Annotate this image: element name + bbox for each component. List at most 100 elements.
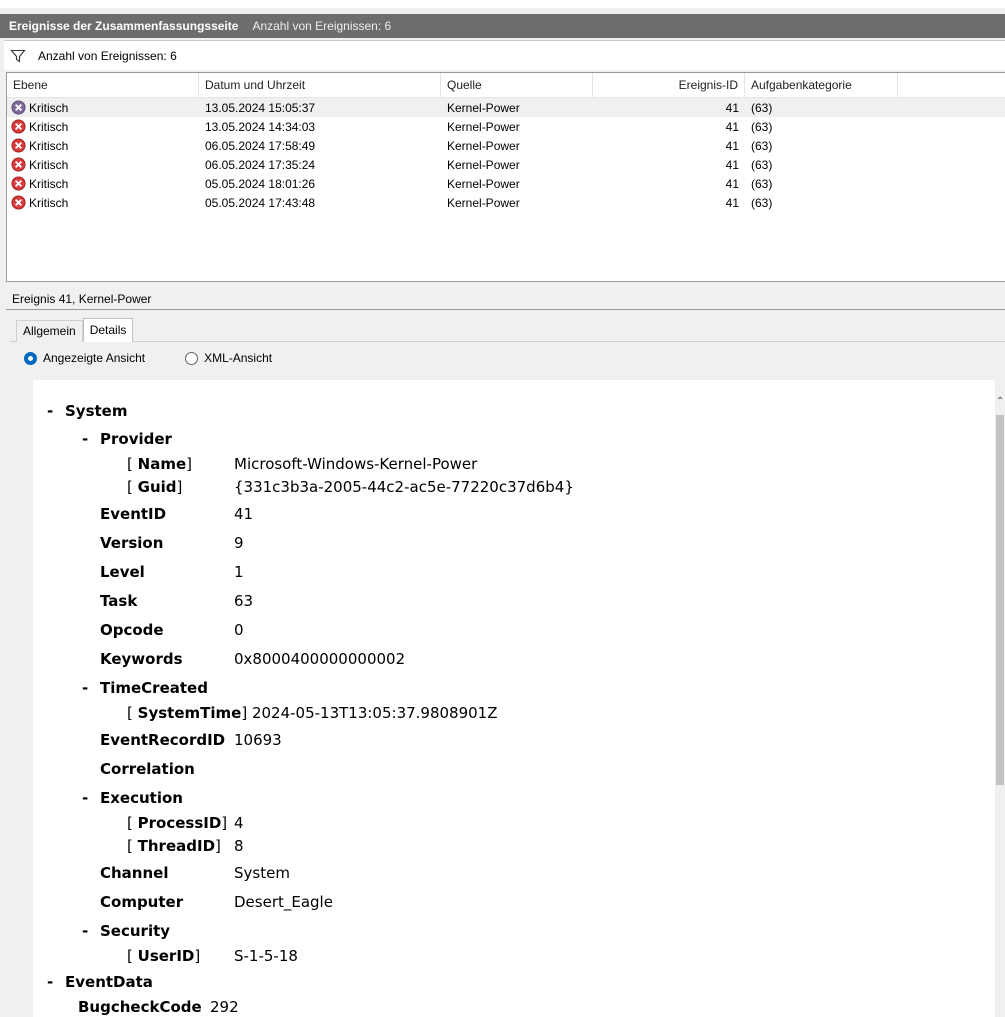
table-row[interactable]: Kritisch 06.05.2024 17:58:49 Kernel-Powe… (7, 136, 1005, 155)
field-computer-value: Desert_Eagle (234, 893, 333, 911)
cell-event-id: 41 (725, 100, 739, 115)
cell-datetime: 13.05.2024 15:05:37 (205, 100, 316, 115)
attr-threadid: [ ThreadID] (127, 837, 221, 855)
cell-source: Kernel-Power (447, 176, 520, 191)
cell-level: Kritisch (29, 100, 69, 115)
field-opcode: Opcode (100, 621, 164, 639)
view-mode-radios: Angezeigte Ansicht XML-Ansicht (24, 351, 272, 365)
cell-task-category: (63) (751, 138, 773, 153)
critical-error-icon (11, 119, 26, 134)
radio-friendly-view[interactable]: Angezeigte Ansicht (24, 351, 145, 365)
attr-name: [ Name] (127, 455, 192, 473)
attr-threadid-value: 8 (234, 837, 244, 855)
filter-count-label: Anzahl von Ereignissen: 6 (38, 48, 177, 63)
table-row[interactable]: Kritisch 06.05.2024 17:35:24 Kernel-Powe… (7, 155, 1005, 174)
event-list: Ebene Datum und Uhrzeit Quelle Ereignis-… (6, 72, 1005, 282)
field-level-value: 1 (234, 563, 244, 581)
tab-general[interactable]: Allgemein (16, 320, 83, 342)
collapse-toggle-provider[interactable]: - (82, 430, 88, 448)
cell-datetime: 05.05.2024 18:01:26 (205, 176, 316, 191)
top-strip (0, 0, 1005, 8)
critical-error-icon (11, 195, 26, 210)
node-eventdata: EventData (65, 973, 153, 991)
field-eventrecordid: EventRecordID (100, 731, 226, 749)
radio-friendly-view-label: Angezeigte Ansicht (43, 351, 146, 365)
attr-systemtime: [ SystemTime] 2024-05-13T13:05:37.980890… (127, 704, 498, 722)
field-bugcheckcode: BugcheckCode (78, 998, 202, 1016)
field-task: Task (100, 592, 138, 610)
cell-task-category: (63) (751, 195, 773, 210)
attr-processid-value: 4 (234, 814, 244, 832)
cell-event-id: 41 (725, 195, 739, 210)
cell-level: Kritisch (29, 138, 69, 153)
cell-level: Kritisch (29, 119, 69, 134)
field-keywords-value: 0x8000400000000002 (234, 650, 406, 668)
attr-name-value: Microsoft-Windows-Kernel-Power (234, 455, 478, 473)
collapse-toggle-system[interactable]: - (47, 402, 53, 420)
cell-datetime: 06.05.2024 17:35:24 (205, 157, 316, 172)
cell-source: Kernel-Power (447, 100, 520, 115)
column-header-event-id[interactable]: Ereignis-ID (593, 72, 745, 98)
node-system: System (65, 402, 128, 420)
event-detail-title: Ereignis 41, Kernel-Power (6, 290, 1005, 310)
field-eventid: EventID (100, 505, 167, 523)
cell-event-id: 41 (725, 176, 739, 191)
tab-details[interactable]: Details (82, 318, 134, 342)
field-level: Level (100, 563, 145, 581)
critical-error-icon (11, 100, 26, 115)
radio-xml-view-label: XML-Ansicht (204, 351, 273, 365)
collapse-toggle-security[interactable]: - (82, 922, 88, 940)
cell-level: Kritisch (29, 157, 69, 172)
field-channel-value: System (234, 864, 290, 882)
node-provider: Provider (100, 430, 172, 448)
cell-source: Kernel-Power (447, 119, 520, 134)
table-row[interactable]: Kritisch 05.05.2024 18:01:26 Kernel-Powe… (7, 174, 1005, 193)
attr-userid: [ UserID] (127, 947, 201, 965)
cell-task-category: (63) (751, 119, 773, 134)
cell-source: Kernel-Power (447, 138, 520, 153)
collapse-toggle-timecreated[interactable]: - (82, 679, 88, 697)
column-header-level[interactable]: Ebene (7, 72, 199, 98)
column-header-source[interactable]: Quelle (441, 72, 593, 98)
node-security: Security (100, 922, 171, 940)
table-row[interactable]: Kritisch 05.05.2024 17:43:48 Kernel-Powe… (7, 193, 1005, 212)
filter-icon[interactable] (10, 48, 26, 64)
event-list-header: Ebene Datum und Uhrzeit Quelle Ereignis-… (7, 72, 1005, 98)
summary-title-bar: Ereignisse der Zusammenfassungsseite Anz… (0, 14, 1005, 38)
radio-selected-icon (24, 351, 37, 365)
cell-event-id: 41 (725, 138, 739, 153)
field-version: Version (100, 534, 164, 552)
collapse-toggle-eventdata[interactable]: - (47, 973, 53, 991)
detail-tabs: Allgemein Details (16, 318, 134, 342)
cell-datetime: 05.05.2024 17:43:48 (205, 195, 316, 210)
radio-xml-view[interactable]: XML-Ansicht (185, 351, 272, 365)
field-eventrecordid-value: 10693 (234, 731, 282, 749)
cell-level: Kritisch (29, 176, 69, 191)
scrollbar-thumb[interactable] (996, 415, 1004, 785)
scroll-up-arrow-icon[interactable]: ⌃ (996, 396, 1004, 407)
cell-source: Kernel-Power (447, 195, 520, 210)
cell-task-category: (63) (751, 157, 773, 172)
node-timecreated: TimeCreated (100, 679, 208, 697)
cell-level: Kritisch (29, 195, 69, 210)
collapse-toggle-execution[interactable]: - (82, 789, 88, 807)
field-computer: Computer (100, 893, 184, 911)
table-row[interactable]: Kritisch 13.05.2024 14:34:03 Kernel-Powe… (7, 117, 1005, 136)
critical-error-icon (11, 176, 26, 191)
column-header-task-category[interactable]: Aufgabenkategorie (745, 72, 898, 98)
table-row[interactable]: Kritisch 13.05.2024 15:05:37 Kernel-Powe… (7, 98, 1005, 117)
attr-guid-value: {331c3b3a-2005-44c2-ac5e-77220c37d6b4} (234, 478, 574, 496)
summary-count: Anzahl von Ereignissen: 6 (252, 19, 392, 33)
field-opcode-value: 0 (234, 621, 244, 639)
field-channel: Channel (100, 864, 169, 882)
cell-datetime: 13.05.2024 14:34:03 (205, 119, 316, 134)
node-execution: Execution (100, 789, 183, 807)
cell-event-id: 41 (725, 119, 739, 134)
attr-guid: [ Guid] (127, 478, 183, 496)
column-header-datetime[interactable]: Datum und Uhrzeit (199, 72, 441, 98)
cell-event-id: 41 (725, 157, 739, 172)
attr-userid-value: S-1-5-18 (234, 947, 298, 965)
field-bugcheckcode-value: 292 (210, 998, 239, 1016)
field-task-value: 63 (234, 592, 254, 610)
attr-systemtime-value: 2024-05-13T13:05:37.9808901Z (251, 704, 498, 722)
